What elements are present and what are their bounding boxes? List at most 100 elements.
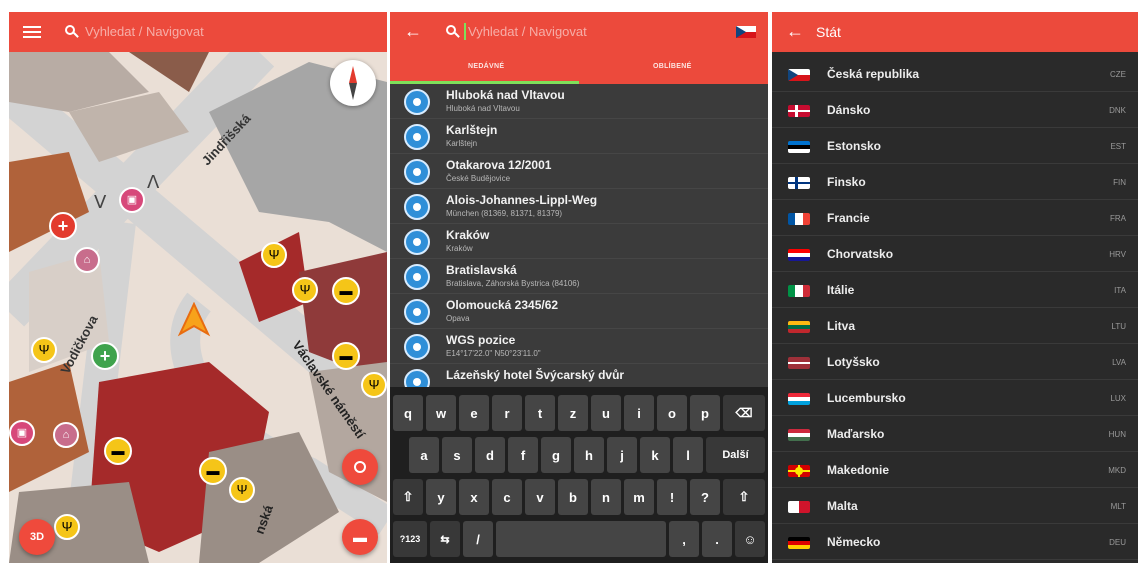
- result-item[interactable]: Alois-Johannes-Lippl-Weg München (81369, …: [390, 189, 768, 224]
- key-g[interactable]: g: [541, 437, 571, 473]
- country-flag-icon[interactable]: [736, 26, 756, 38]
- 3d-button[interactable]: 3D: [19, 519, 55, 555]
- flag-cze-icon: [788, 69, 810, 81]
- key-d[interactable]: d: [475, 437, 505, 473]
- key-s[interactable]: s: [442, 437, 472, 473]
- symbols-key[interactable]: ?123: [393, 521, 427, 557]
- key-comma[interactable]: ,: [669, 521, 699, 557]
- bus-icon[interactable]: ▣: [119, 187, 145, 213]
- search-input[interactable]: Vyhledat / Navigovat: [468, 24, 587, 39]
- key-a[interactable]: a: [409, 437, 439, 473]
- restaurant-icon[interactable]: Ψ: [361, 372, 387, 398]
- key-o[interactable]: o: [657, 395, 687, 431]
- country-row[interactable]: Maďarsko HUN: [772, 416, 1138, 452]
- space-key[interactable]: [496, 521, 666, 557]
- result-item[interactable]: Otakarova 12/2001 České Budějovice: [390, 154, 768, 189]
- key-x[interactable]: x: [459, 479, 489, 515]
- country-row[interactable]: Itálie ITA: [772, 272, 1138, 308]
- map-view[interactable]: Jindřišská Vodičkova Václavské náměstí n…: [9, 52, 387, 563]
- key-p[interactable]: p: [690, 395, 720, 431]
- location-button[interactable]: [342, 449, 378, 485]
- restaurant-icon[interactable]: Ψ: [292, 277, 318, 303]
- key-period[interactable]: .: [702, 521, 732, 557]
- key-slash[interactable]: /: [463, 521, 493, 557]
- country-row[interactable]: Německo DEU: [772, 524, 1138, 560]
- hotel-icon[interactable]: ▬: [199, 457, 227, 485]
- country-row[interactable]: Dánsko DNK: [772, 92, 1138, 128]
- country-row[interactable]: Estonsko EST: [772, 128, 1138, 164]
- key-n[interactable]: n: [591, 479, 621, 515]
- key-u[interactable]: u: [591, 395, 621, 431]
- search-input[interactable]: Vyhledat / Navigovat: [85, 24, 204, 39]
- back-arrow-icon[interactable]: ←: [404, 21, 422, 42]
- shift-key-right[interactable]: ⇧: [723, 479, 765, 515]
- key-exclamation[interactable]: !: [657, 479, 687, 515]
- hospital-icon[interactable]: +: [91, 342, 119, 370]
- result-item[interactable]: Kraków Kraków: [390, 224, 768, 259]
- key-e[interactable]: e: [459, 395, 489, 431]
- museum-icon[interactable]: ⌂: [74, 247, 100, 273]
- country-row[interactable]: Malta MLT: [772, 488, 1138, 524]
- country-header: ← Stát: [772, 12, 1138, 52]
- back-arrow-icon[interactable]: ←: [786, 21, 804, 42]
- key-c[interactable]: c: [492, 479, 522, 515]
- emoji-key[interactable]: ☺: [735, 521, 765, 557]
- hospital-icon[interactable]: +: [49, 212, 77, 240]
- country-row[interactable]: Lotyšsko LVA: [772, 344, 1138, 380]
- key-v[interactable]: v: [525, 479, 555, 515]
- hotel-icon[interactable]: ▬: [332, 342, 360, 370]
- museum-icon[interactable]: ⌂: [53, 422, 79, 448]
- shift-key[interactable]: ⇧: [393, 479, 423, 515]
- key-f[interactable]: f: [508, 437, 538, 473]
- hotel-icon[interactable]: ▬: [104, 437, 132, 465]
- country-row[interactable]: Chorvatsko HRV: [772, 236, 1138, 272]
- country-row[interactable]: Česká republika CZE: [772, 56, 1138, 92]
- country-row[interactable]: Makedonie MKD: [772, 452, 1138, 488]
- key-question[interactable]: ?: [690, 479, 720, 515]
- key-q[interactable]: q: [393, 395, 423, 431]
- restaurant-icon[interactable]: Ψ: [261, 242, 287, 268]
- key-t[interactable]: t: [525, 395, 555, 431]
- key-h[interactable]: h: [574, 437, 604, 473]
- shift-icon: ⇧: [738, 489, 750, 504]
- result-item[interactable]: Olomoucká 2345/62 Opava: [390, 294, 768, 329]
- result-item[interactable]: WGS pozice E14°17'22.0" N50°23'11.0": [390, 329, 768, 364]
- bus-icon[interactable]: ▣: [9, 420, 35, 446]
- top-bar: Vyhledat / Navigovat: [9, 12, 387, 52]
- key-z[interactable]: z: [558, 395, 588, 431]
- car-button[interactable]: ▬: [342, 519, 378, 555]
- country-row[interactable]: Francie FRA: [772, 200, 1138, 236]
- key-y[interactable]: y: [426, 479, 456, 515]
- hotel-icon[interactable]: ▬: [332, 277, 360, 305]
- restaurant-icon[interactable]: Ψ: [31, 337, 57, 363]
- location-pin-icon: [404, 264, 430, 290]
- key-l[interactable]: l: [673, 437, 703, 473]
- language-key[interactable]: ⇆: [430, 521, 460, 557]
- page-title: Stát: [816, 24, 841, 40]
- shift-icon: ⇧: [402, 489, 414, 504]
- country-row[interactable]: Lucembursko LUX: [772, 380, 1138, 416]
- result-item[interactable]: Bratislavská Bratislava, Záhorská Bystric…: [390, 259, 768, 294]
- backspace-key[interactable]: ⌫: [723, 395, 765, 431]
- map-screen: Jindřišská Vodičkova Václavské náměstí n…: [9, 12, 387, 563]
- key-k[interactable]: k: [640, 437, 670, 473]
- restaurant-icon[interactable]: Ψ: [229, 477, 255, 503]
- result-item[interactable]: Hluboká nad Vltavou Hluboká nad Vltavou: [390, 84, 768, 119]
- flag-deu-icon: [788, 537, 810, 549]
- navigation-arrow-icon: [177, 302, 211, 337]
- key-m[interactable]: m: [624, 479, 654, 515]
- key-j[interactable]: j: [607, 437, 637, 473]
- tab-recent[interactable]: NEDÁVNÉ: [468, 63, 504, 70]
- compass-icon[interactable]: [330, 60, 376, 106]
- result-item[interactable]: Karlštejn Karlštejn: [390, 119, 768, 154]
- enter-key[interactable]: Další: [706, 437, 765, 473]
- key-i[interactable]: i: [624, 395, 654, 431]
- tab-favorites[interactable]: OBLÍBENÉ: [653, 63, 692, 70]
- menu-icon[interactable]: [23, 23, 41, 41]
- restaurant-icon[interactable]: Ψ: [54, 514, 80, 540]
- country-row[interactable]: Litva LTU: [772, 308, 1138, 344]
- key-r[interactable]: r: [492, 395, 522, 431]
- key-w[interactable]: w: [426, 395, 456, 431]
- key-b[interactable]: b: [558, 479, 588, 515]
- country-row[interactable]: Finsko FIN: [772, 164, 1138, 200]
